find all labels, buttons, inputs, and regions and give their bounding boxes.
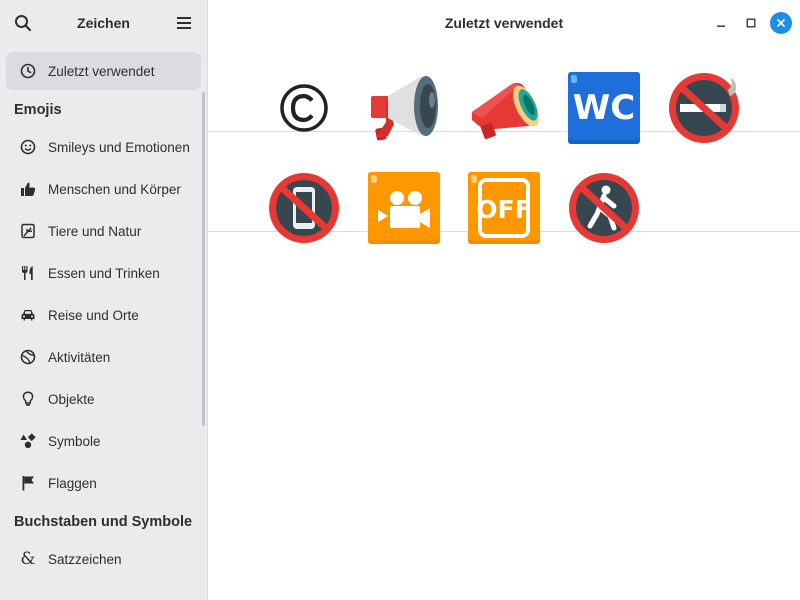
ball-icon: [20, 349, 36, 365]
fork-knife-icon: [20, 265, 36, 281]
sidebar-nav: Zuletzt verwendet Emojis Smileys und Emo…: [0, 46, 207, 578]
character-grid: WC OFF: [208, 62, 800, 262]
minimize-icon: [717, 25, 725, 27]
sidebar-item-activities[interactable]: Aktivitäten: [6, 338, 201, 376]
svg-text:OFF: OFF: [476, 195, 531, 224]
cinema-icon: [368, 172, 440, 244]
sidebar: Zeichen Zuletzt verwendet Emojis Smileys…: [0, 0, 208, 600]
sidebar-item-recent[interactable]: Zuletzt verwendet: [6, 52, 201, 90]
emoji-cinema[interactable]: [366, 170, 442, 246]
sidebar-item-label: Aktivitäten: [48, 349, 111, 365]
sidebar-item-label: Satzzeichen: [48, 551, 122, 567]
smiley-icon: [20, 139, 36, 155]
section-title-emojis: Emojis: [14, 102, 62, 118]
search-button[interactable]: [12, 12, 34, 34]
emoji-water-closet[interactable]: WC: [566, 70, 642, 146]
shapes-icon: [20, 433, 36, 449]
sidebar-item-animals[interactable]: Tiere und Natur: [6, 212, 201, 250]
app-window: Zeichen Zuletzt verwendet Emojis Smileys…: [0, 0, 800, 600]
thumbs-up-icon: [20, 181, 36, 197]
lightbulb-icon: [20, 391, 36, 407]
header-bar: Zuletzt verwendet: [208, 0, 800, 46]
clock-icon: [20, 63, 36, 79]
section-title-letters: Buchstaben und Symbole: [14, 514, 193, 530]
no-smoking-icon: [669, 73, 739, 143]
grid-row: WC: [208, 62, 800, 162]
main-panel: Zuletzt verwendet WC OFF: [208, 0, 800, 600]
close-button[interactable]: [770, 12, 792, 34]
sidebar-item-symbols[interactable]: Symbole: [6, 422, 201, 460]
sidebar-item-travel[interactable]: Reise und Orte: [6, 296, 201, 334]
emoji-megaphone[interactable]: [466, 70, 542, 146]
emoji-mobile-phone-off[interactable]: OFF: [466, 170, 542, 246]
sidebar-item-label: Tiere und Natur: [48, 223, 142, 239]
megaphone-icon: [472, 82, 539, 140]
sidebar-item-smileys[interactable]: Smileys und Emotionen: [6, 128, 201, 166]
emoji-no-mobile-phones[interactable]: [266, 170, 342, 246]
emoji-copyright-sign[interactable]: [266, 70, 342, 146]
sidebar-item-label: Flaggen: [48, 475, 97, 491]
svg-text:WC: WC: [573, 88, 635, 128]
emoji-no-smoking[interactable]: [666, 70, 742, 146]
sidebar-item-label: Zuletzt verwendet: [48, 63, 155, 79]
grid-row: OFF: [208, 162, 800, 262]
page-title: Zuletzt verwendet: [444, 15, 564, 31]
maximize-button[interactable]: [740, 12, 762, 34]
emoji-loudspeaker[interactable]: [366, 70, 442, 146]
flag-icon: [20, 475, 36, 491]
sidebar-header: Zeichen: [0, 0, 207, 46]
sidebar-item-label: Smileys und Emotionen: [48, 139, 190, 155]
sidebar-item-objects[interactable]: Objekte: [6, 380, 201, 418]
main-menu-button[interactable]: [173, 12, 195, 34]
copyright-icon: [280, 84, 328, 132]
sidebar-item-label: Reise und Orte: [48, 307, 139, 323]
water-closet-icon: WC: [568, 72, 640, 144]
loudspeaker-icon: [371, 75, 438, 141]
no-pedestrians-icon: [569, 173, 639, 243]
leaf-icon: [20, 223, 36, 239]
app-title: Zeichen: [77, 15, 130, 31]
sidebar-item-food[interactable]: Essen und Trinken: [6, 254, 201, 292]
sidebar-item-label: Objekte: [48, 391, 95, 407]
search-icon: [15, 15, 32, 32]
hamburger-menu-icon: [177, 17, 191, 29]
sidebar-item-label: Essen und Trinken: [48, 265, 160, 281]
close-icon: [776, 18, 786, 28]
maximize-icon: [746, 18, 756, 28]
no-mobile-phones-icon: [269, 173, 339, 243]
mobile-phone-off-icon: OFF: [468, 172, 540, 244]
sidebar-item-label: Symbole: [48, 433, 101, 449]
car-icon: [20, 307, 36, 323]
sidebar-item-people[interactable]: Menschen und Körper: [6, 170, 201, 208]
minimize-button[interactable]: [710, 12, 732, 34]
emoji-no-pedestrians[interactable]: [566, 170, 642, 246]
sidebar-item-punctuation[interactable]: & Satzzeichen: [6, 540, 201, 578]
sidebar-item-label: Menschen und Körper: [48, 181, 181, 197]
sidebar-item-flags[interactable]: Flaggen: [6, 464, 201, 502]
window-controls: [702, 12, 792, 34]
sidebar-scrollbar[interactable]: [202, 92, 205, 426]
ampersand-icon: &: [20, 549, 36, 569]
